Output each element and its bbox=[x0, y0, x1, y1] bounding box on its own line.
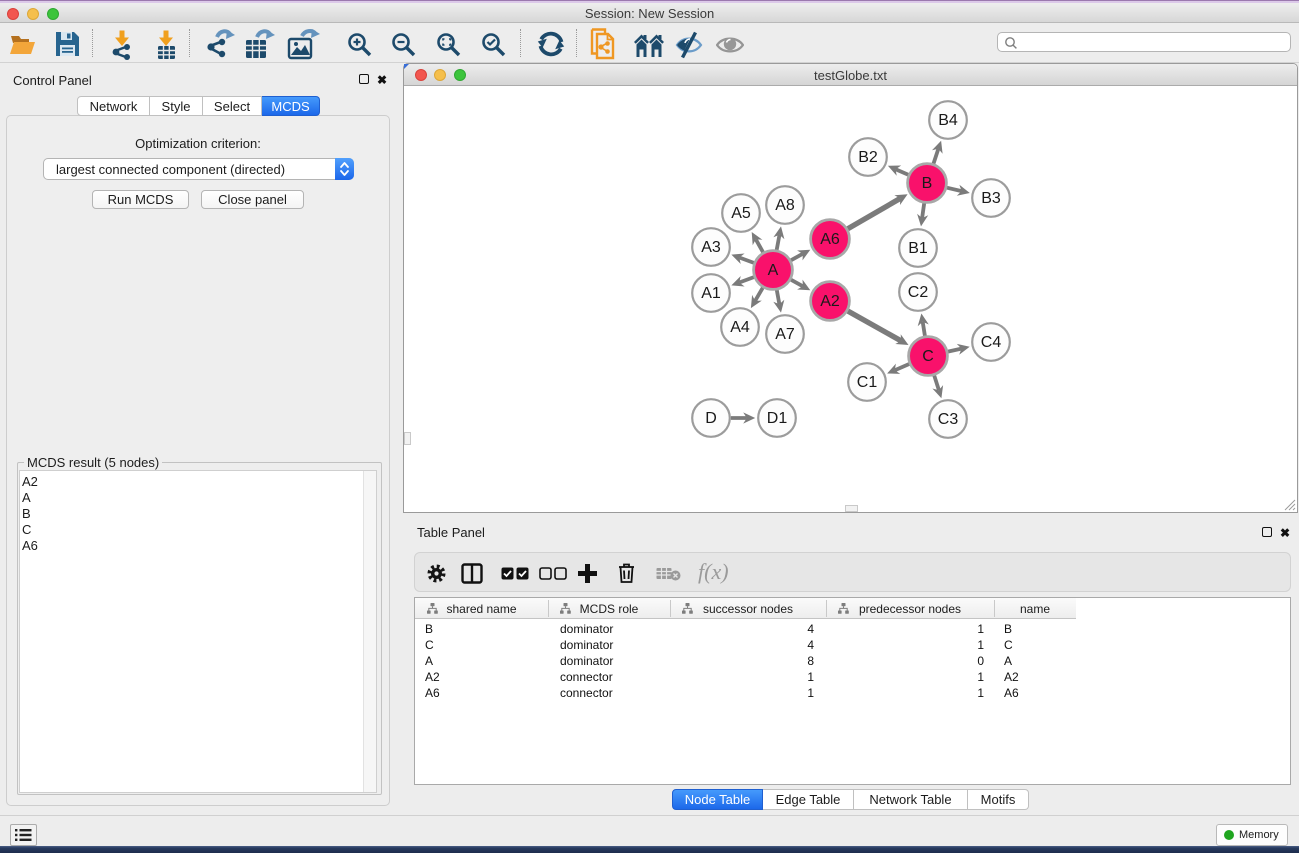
svg-text:A4: A4 bbox=[730, 319, 750, 336]
svg-text:C: C bbox=[922, 348, 934, 365]
svg-text:A3: A3 bbox=[701, 239, 721, 256]
svg-text:D1: D1 bbox=[767, 410, 788, 427]
svg-text:D: D bbox=[705, 410, 717, 427]
svg-text:B4: B4 bbox=[938, 112, 958, 129]
svg-text:A6: A6 bbox=[820, 231, 840, 248]
svg-text:B1: B1 bbox=[908, 240, 928, 257]
svg-text:C4: C4 bbox=[981, 334, 1002, 351]
svg-text:A1: A1 bbox=[701, 285, 721, 302]
svg-text:A2: A2 bbox=[820, 293, 840, 310]
svg-text:A: A bbox=[768, 262, 779, 279]
svg-text:A5: A5 bbox=[731, 205, 751, 222]
svg-text:C1: C1 bbox=[857, 374, 878, 391]
svg-text:B2: B2 bbox=[858, 149, 878, 166]
svg-text:B3: B3 bbox=[981, 190, 1001, 207]
svg-text:A8: A8 bbox=[775, 197, 795, 214]
svg-text:C2: C2 bbox=[908, 284, 929, 301]
svg-text:A7: A7 bbox=[775, 326, 795, 343]
svg-text:C3: C3 bbox=[938, 411, 959, 428]
svg-text:B: B bbox=[922, 175, 933, 192]
